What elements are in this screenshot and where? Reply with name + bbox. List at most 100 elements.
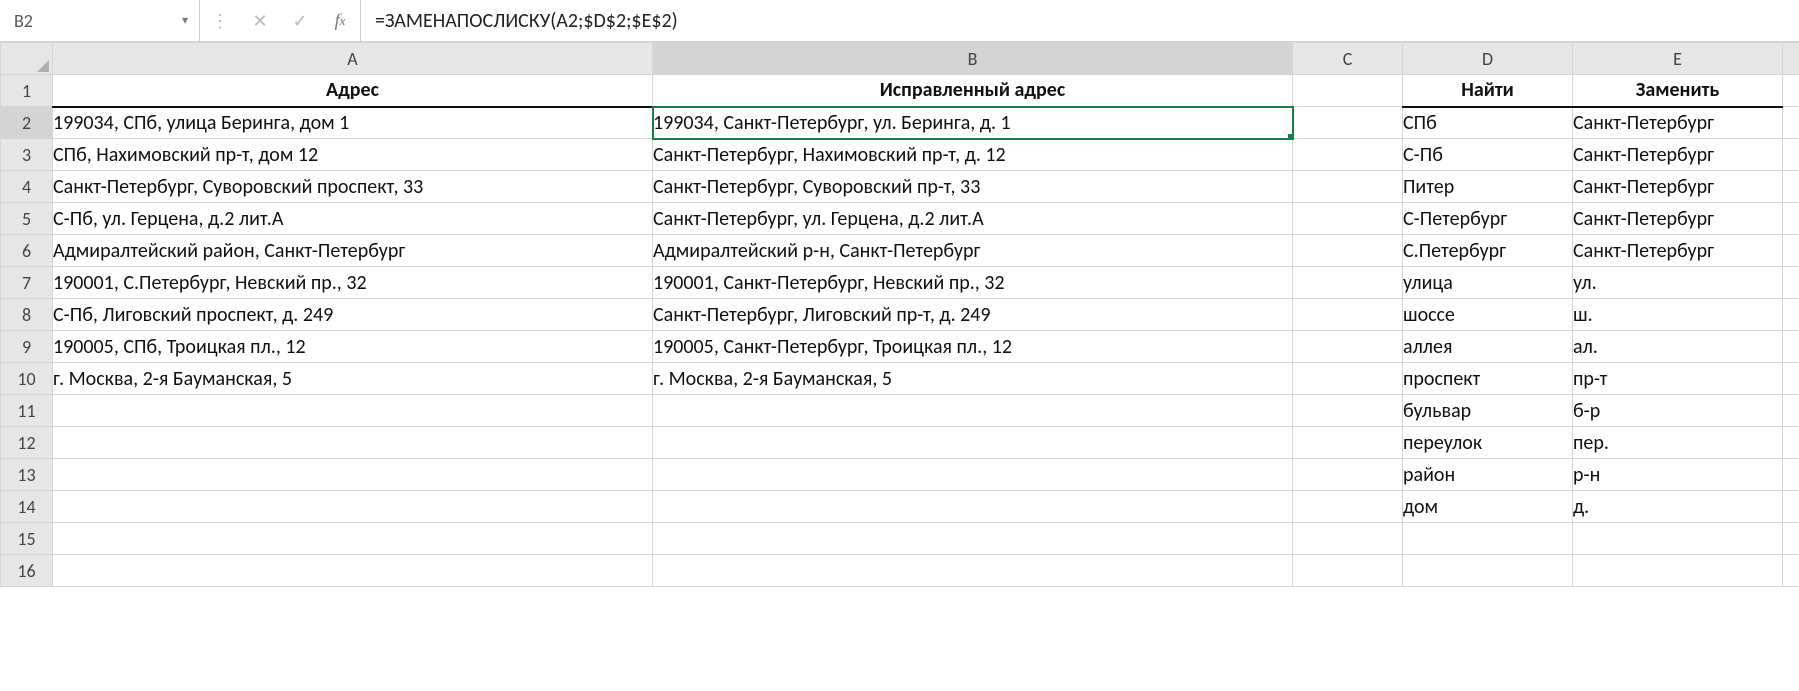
cell-F11[interactable] xyxy=(1783,395,1799,427)
cell-E16[interactable] xyxy=(1573,555,1783,587)
row-header-12[interactable]: 12 xyxy=(1,427,53,459)
cell-A11[interactable] xyxy=(53,395,653,427)
cell-E9[interactable]: ал. xyxy=(1573,331,1783,363)
cell-D7[interactable]: улица xyxy=(1403,267,1573,299)
row-header-2[interactable]: 2 xyxy=(1,107,53,139)
cell-A2[interactable]: 199034, СПб, улица Беринга, дом 1 xyxy=(53,107,653,139)
select-all-corner[interactable] xyxy=(1,43,53,75)
cell-F15[interactable] xyxy=(1783,523,1799,555)
row-header-6[interactable]: 6 xyxy=(1,235,53,267)
cell-C7[interactable] xyxy=(1293,267,1403,299)
cell-C11[interactable] xyxy=(1293,395,1403,427)
cell-A7[interactable]: 190001, С.Петербург, Невский пр., 32 xyxy=(53,267,653,299)
row-header-1[interactable]: 1 xyxy=(1,75,53,107)
cell-A10[interactable]: г. Москва, 2-я Бауманская, 5 xyxy=(53,363,653,395)
fx-icon[interactable]: fx xyxy=(320,0,360,41)
cell-E13[interactable]: р-н xyxy=(1573,459,1783,491)
cell-F3[interactable] xyxy=(1783,139,1799,171)
cell-F13[interactable] xyxy=(1783,459,1799,491)
cell-B8[interactable]: Санкт-Петербург, Лиговский пр-т, д. 249 xyxy=(653,299,1293,331)
cancel-icon[interactable]: ✕ xyxy=(240,0,280,41)
cell-B4[interactable]: Санкт-Петербург, Суворовский пр-т, 33 xyxy=(653,171,1293,203)
cell-A14[interactable] xyxy=(53,491,653,523)
cell-D10[interactable]: проспект xyxy=(1403,363,1573,395)
cell-C10[interactable] xyxy=(1293,363,1403,395)
column-header-C[interactable]: C xyxy=(1293,43,1403,75)
cell-B9[interactable]: 190005, Санкт-Петербург, Троицкая пл., 1… xyxy=(653,331,1293,363)
cell-B10[interactable]: г. Москва, 2-я Бауманская, 5 xyxy=(653,363,1293,395)
cell-F2[interactable] xyxy=(1783,107,1799,139)
cell-D11[interactable]: бульвар xyxy=(1403,395,1573,427)
cell-F14[interactable] xyxy=(1783,491,1799,523)
cell-A8[interactable]: С-Пб, Лиговский проспект, д. 249 xyxy=(53,299,653,331)
cell-C13[interactable] xyxy=(1293,459,1403,491)
cell-E4[interactable]: Санкт-Петербург xyxy=(1573,171,1783,203)
row-header-10[interactable]: 10 xyxy=(1,363,53,395)
enter-icon[interactable]: ✓ xyxy=(280,0,320,41)
cell-F7[interactable] xyxy=(1783,267,1799,299)
cell-A9[interactable]: 190005, СПб, Троицкая пл., 12 xyxy=(53,331,653,363)
cell-E10[interactable]: пр-т xyxy=(1573,363,1783,395)
name-box[interactable]: B2 xyxy=(10,10,177,32)
cell-C6[interactable] xyxy=(1293,235,1403,267)
cell-F10[interactable] xyxy=(1783,363,1799,395)
row-header-16[interactable]: 16 xyxy=(1,555,53,587)
cell-C12[interactable] xyxy=(1293,427,1403,459)
row-header-13[interactable]: 13 xyxy=(1,459,53,491)
cell-D8[interactable]: шоссе xyxy=(1403,299,1573,331)
cell-C1[interactable] xyxy=(1293,75,1403,107)
cell-E6[interactable]: Санкт-Петербург xyxy=(1573,235,1783,267)
row-header-4[interactable]: 4 xyxy=(1,171,53,203)
column-header-F[interactable]: F xyxy=(1783,43,1799,75)
cell-B13[interactable] xyxy=(653,459,1293,491)
name-box-wrap[interactable]: B2 ▾ xyxy=(0,0,200,41)
row-header-14[interactable]: 14 xyxy=(1,491,53,523)
cell-D16[interactable] xyxy=(1403,555,1573,587)
cell-A6[interactable]: Адмиралтейский район, Санкт-Петербург xyxy=(53,235,653,267)
cell-B15[interactable] xyxy=(653,523,1293,555)
cell-D5[interactable]: С-Петербург xyxy=(1403,203,1573,235)
cell-B16[interactable] xyxy=(653,555,1293,587)
cell-E7[interactable]: ул. xyxy=(1573,267,1783,299)
cell-D4[interactable]: Питер xyxy=(1403,171,1573,203)
cell-F12[interactable] xyxy=(1783,427,1799,459)
cell-B3[interactable]: Санкт-Петербург, Нахимовский пр-т, д. 12 xyxy=(653,139,1293,171)
column-header-D[interactable]: D xyxy=(1403,43,1573,75)
cell-E8[interactable]: ш. xyxy=(1573,299,1783,331)
row-header-5[interactable]: 5 xyxy=(1,203,53,235)
cell-D14[interactable]: дом xyxy=(1403,491,1573,523)
row-header-3[interactable]: 3 xyxy=(1,139,53,171)
cell-A3[interactable]: СПб, Нахимовский пр-т, дом 12 xyxy=(53,139,653,171)
cell-F16[interactable] xyxy=(1783,555,1799,587)
cell-D9[interactable]: аллея xyxy=(1403,331,1573,363)
cell-A4[interactable]: Санкт-Петербург, Суворовский проспект, 3… xyxy=(53,171,653,203)
row-header-7[interactable]: 7 xyxy=(1,267,53,299)
cell-E5[interactable]: Санкт-Петербург xyxy=(1573,203,1783,235)
cell-A5[interactable]: С-Пб, ул. Герцена, д.2 лит.А xyxy=(53,203,653,235)
cell-B1[interactable]: Исправленный адрес xyxy=(653,75,1293,107)
cell-B14[interactable] xyxy=(653,491,1293,523)
cell-C14[interactable] xyxy=(1293,491,1403,523)
cell-C8[interactable] xyxy=(1293,299,1403,331)
formula-input[interactable]: =ЗАМЕНАПОСЛИСКУ(A2;$D$2;$E$2) xyxy=(361,0,1799,41)
cell-F8[interactable] xyxy=(1783,299,1799,331)
cell-B12[interactable] xyxy=(653,427,1293,459)
cell-D3[interactable]: С-Пб xyxy=(1403,139,1573,171)
cell-D12[interactable]: переулок xyxy=(1403,427,1573,459)
cell-B5[interactable]: Санкт-Петербург, ул. Герцена, д.2 лит.А xyxy=(653,203,1293,235)
column-header-B[interactable]: B xyxy=(653,43,1293,75)
name-box-dropdown-icon[interactable]: ▾ xyxy=(177,13,193,28)
cell-A15[interactable] xyxy=(53,523,653,555)
row-header-15[interactable]: 15 xyxy=(1,523,53,555)
cell-E14[interactable]: д. xyxy=(1573,491,1783,523)
cell-F5[interactable] xyxy=(1783,203,1799,235)
cell-B2[interactable]: 199034, Санкт-Петербург, ул. Беринга, д.… xyxy=(653,107,1293,139)
cell-F4[interactable] xyxy=(1783,171,1799,203)
cell-E15[interactable] xyxy=(1573,523,1783,555)
cell-D13[interactable]: район xyxy=(1403,459,1573,491)
cell-A12[interactable] xyxy=(53,427,653,459)
cell-B11[interactable] xyxy=(653,395,1293,427)
more-icon[interactable]: ⋮ xyxy=(200,0,240,41)
row-header-11[interactable]: 11 xyxy=(1,395,53,427)
cell-C3[interactable] xyxy=(1293,139,1403,171)
